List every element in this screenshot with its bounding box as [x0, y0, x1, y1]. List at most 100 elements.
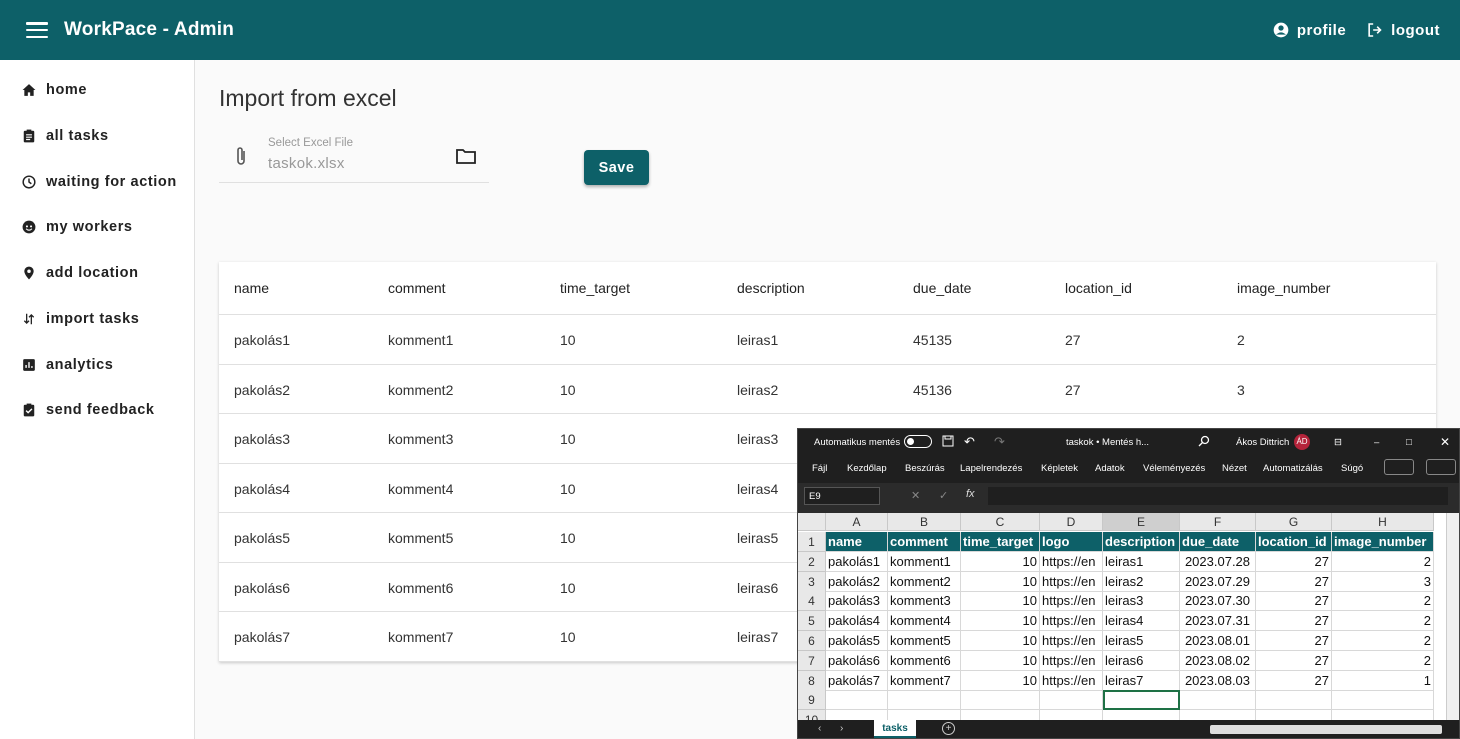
- spreadsheet-cell[interactable]: [888, 690, 961, 711]
- spreadsheet-cell[interactable]: 10: [961, 591, 1040, 612]
- spreadsheet-cell[interactable]: pakolás4: [826, 611, 888, 632]
- ribbon-tab[interactable]: Súgó: [1341, 463, 1363, 474]
- spreadsheet-cell[interactable]: komment4: [888, 611, 961, 632]
- column-header-d[interactable]: D: [1040, 513, 1103, 531]
- close-icon[interactable]: ✕: [1440, 435, 1450, 449]
- spreadsheet-cell[interactable]: 1: [1332, 670, 1434, 691]
- spreadsheet-cell[interactable]: 2: [1332, 631, 1434, 651]
- row-header[interactable]: 3: [798, 571, 826, 592]
- row-header[interactable]: 7: [798, 650, 826, 671]
- sidebar-item-send-feedback[interactable]: send feedback: [22, 402, 155, 418]
- column-header-a[interactable]: A: [826, 513, 888, 531]
- spreadsheet-header-cell[interactable]: time_target: [961, 532, 1040, 552]
- spreadsheet-cell[interactable]: 2023.08.03: [1180, 670, 1256, 691]
- undo-icon[interactable]: ↶: [964, 434, 975, 450]
- share-icon[interactable]: [1426, 459, 1456, 475]
- ribbon-tab[interactable]: Automatizálás: [1263, 463, 1323, 474]
- sidebar-item-import-tasks[interactable]: import tasks: [22, 311, 139, 327]
- spreadsheet-header-cell[interactable]: description: [1103, 532, 1180, 552]
- ribbon-tab[interactable]: Véleményezés: [1143, 463, 1205, 474]
- spreadsheet-cell[interactable]: 27: [1256, 571, 1332, 592]
- spreadsheet-cell[interactable]: 27: [1256, 650, 1332, 671]
- spreadsheet-cell[interactable]: komment2: [888, 571, 961, 592]
- ribbon-tab[interactable]: Nézet: [1222, 463, 1247, 474]
- spreadsheet-cell[interactable]: komment3: [888, 591, 961, 612]
- vertical-scrollbar[interactable]: [1446, 513, 1459, 720]
- spreadsheet-cell[interactable]: 27: [1256, 611, 1332, 632]
- spreadsheet-cell[interactable]: 2: [1332, 650, 1434, 671]
- function-icon[interactable]: fx: [966, 488, 975, 500]
- ribbon-tab[interactable]: Képletek: [1041, 463, 1078, 474]
- save-button[interactable]: Save: [584, 150, 649, 185]
- maximize-icon[interactable]: □: [1406, 437, 1412, 448]
- add-sheet-icon[interactable]: +: [942, 722, 955, 735]
- spreadsheet-cell[interactable]: komment1: [888, 551, 961, 572]
- sidebar-item-waiting-for-action[interactable]: waiting for action: [22, 174, 177, 190]
- row-header[interactable]: 9: [798, 690, 826, 711]
- minimize-icon[interactable]: –: [1374, 437, 1379, 448]
- row-header[interactable]: 4: [798, 591, 826, 612]
- spreadsheet-cell[interactable]: 3: [1332, 571, 1434, 592]
- spreadsheet-cell[interactable]: leiras7: [1103, 670, 1180, 691]
- spreadsheet-cell[interactable]: leiras2: [1103, 571, 1180, 592]
- document-title[interactable]: taskok • Mentés h...: [1066, 437, 1149, 448]
- spreadsheet-cell[interactable]: pakolás5: [826, 631, 888, 651]
- spreadsheet-cell[interactable]: pakolás2: [826, 571, 888, 592]
- spreadsheet-cell[interactable]: leiras5: [1103, 631, 1180, 651]
- redo-icon[interactable]: ↷: [994, 434, 1005, 450]
- sheet-tab-tasks[interactable]: tasks: [874, 720, 916, 738]
- comments-icon[interactable]: [1384, 459, 1414, 475]
- row-header[interactable]: 8: [798, 670, 826, 691]
- select-all-corner[interactable]: [798, 513, 826, 531]
- ribbon-tab[interactable]: Fájl: [812, 463, 827, 474]
- row-header[interactable]: 5: [798, 611, 826, 632]
- logout-button[interactable]: logout: [1366, 22, 1440, 39]
- spreadsheet-cell[interactable]: 2: [1332, 611, 1434, 632]
- sidebar-item-analytics[interactable]: analytics: [22, 357, 113, 373]
- spreadsheet-cell[interactable]: komment5: [888, 631, 961, 651]
- sidebar-item-home[interactable]: home: [22, 82, 87, 98]
- folder-icon[interactable]: [456, 148, 476, 169]
- excel-file-input[interactable]: Select Excel File taskok.xlsx: [219, 130, 489, 183]
- sidebar-item-my-workers[interactable]: my workers: [22, 219, 133, 235]
- search-icon[interactable]: [1198, 435, 1210, 450]
- spreadsheet-cell[interactable]: 2023.08.02: [1180, 650, 1256, 671]
- spreadsheet-cell[interactable]: 2023.07.31: [1180, 611, 1256, 632]
- ribbon-display-icon[interactable]: ⊟: [1334, 437, 1342, 448]
- spreadsheet-cell[interactable]: pakolás3: [826, 591, 888, 612]
- spreadsheet-header-cell[interactable]: due_date: [1180, 532, 1256, 552]
- column-header-b[interactable]: B: [888, 513, 961, 531]
- user-avatar[interactable]: ÁD: [1294, 434, 1310, 450]
- spreadsheet-cell[interactable]: 2: [1332, 591, 1434, 612]
- spreadsheet-cell[interactable]: 2023.07.29: [1180, 571, 1256, 592]
- profile-button[interactable]: profile: [1273, 22, 1346, 39]
- cancel-icon[interactable]: ✕: [911, 489, 920, 502]
- selected-cell[interactable]: [1103, 690, 1180, 711]
- spreadsheet-cell[interactable]: https://en: [1040, 670, 1103, 691]
- row-header[interactable]: 6: [798, 631, 826, 651]
- save-icon[interactable]: [942, 435, 954, 450]
- spreadsheet-header-cell[interactable]: name: [826, 532, 888, 552]
- spreadsheet-cell[interactable]: [1040, 690, 1103, 711]
- spreadsheet-header-cell[interactable]: comment: [888, 532, 961, 552]
- spreadsheet-cell[interactable]: https://en: [1040, 650, 1103, 671]
- ribbon-tab[interactable]: Kezdőlap: [847, 463, 887, 474]
- spreadsheet-cell[interactable]: 10: [961, 611, 1040, 632]
- spreadsheet-cell[interactable]: 10: [961, 631, 1040, 651]
- column-header-e[interactable]: E: [1103, 513, 1180, 531]
- spreadsheet-header-cell[interactable]: location_id: [1256, 532, 1332, 552]
- horizontal-scrollbar[interactable]: [1210, 725, 1442, 734]
- spreadsheet-cell[interactable]: 2023.07.30: [1180, 591, 1256, 612]
- name-box[interactable]: E9: [804, 487, 880, 505]
- spreadsheet-cell[interactable]: [826, 690, 888, 711]
- row-header[interactable]: 1: [798, 532, 826, 552]
- spreadsheet-cell[interactable]: 2023.07.28: [1180, 551, 1256, 572]
- spreadsheet-cell[interactable]: 2: [1332, 551, 1434, 572]
- spreadsheet-cell[interactable]: 2023.08.01: [1180, 631, 1256, 651]
- spreadsheet-cell[interactable]: 27: [1256, 670, 1332, 691]
- spreadsheet-cell[interactable]: https://en: [1040, 571, 1103, 592]
- ribbon-tab[interactable]: Lapelrendezés: [960, 463, 1022, 474]
- spreadsheet-cell[interactable]: 10: [961, 650, 1040, 671]
- spreadsheet-grid[interactable]: ABCDEFGH12345678910namecommenttime_targe…: [798, 513, 1459, 731]
- spreadsheet-cell[interactable]: 27: [1256, 631, 1332, 651]
